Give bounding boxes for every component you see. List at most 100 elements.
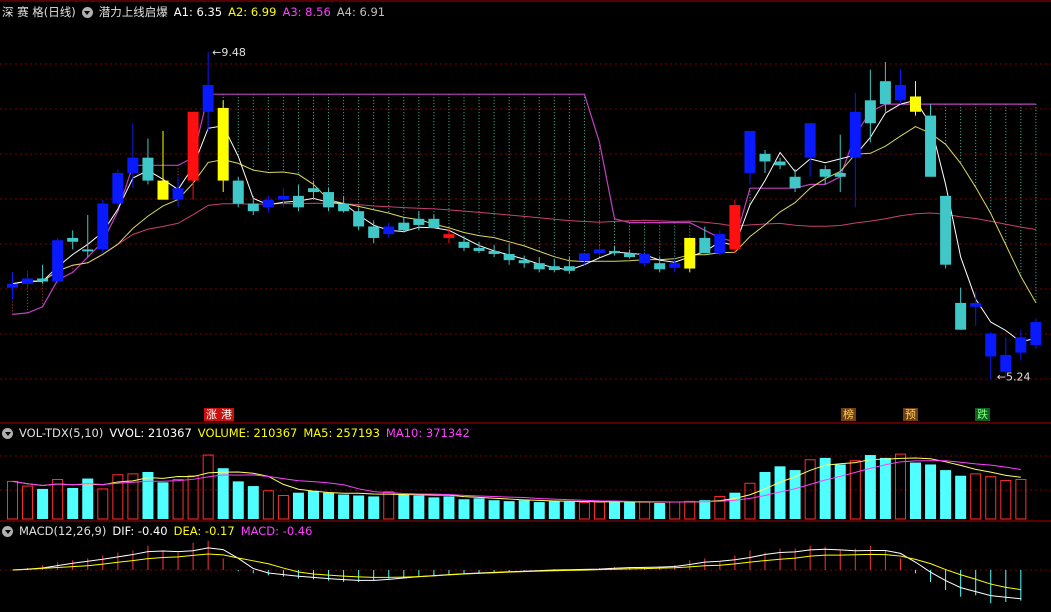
volume-bar[interactable] (353, 495, 365, 519)
candle-body[interactable] (112, 172, 124, 204)
volume-bar[interactable] (308, 490, 319, 519)
candle-body[interactable] (699, 237, 711, 254)
candle-body[interactable] (142, 157, 154, 181)
candle-body[interactable] (428, 218, 440, 228)
candle-body[interactable] (247, 203, 259, 212)
volume-bar[interactable] (819, 457, 831, 519)
candle-body[interactable] (593, 249, 605, 254)
candle-body[interactable] (624, 253, 636, 258)
candle-body[interactable] (473, 247, 485, 251)
candle-body[interactable] (804, 123, 816, 158)
volume-bar[interactable] (323, 492, 335, 519)
candle-body[interactable] (654, 263, 666, 270)
candle-body[interactable] (67, 237, 79, 242)
candle-body[interactable] (518, 260, 530, 264)
volume-bar[interactable] (894, 453, 906, 520)
candle-body[interactable] (548, 266, 560, 271)
candle-body[interactable] (37, 278, 49, 282)
candle-body[interactable] (894, 85, 906, 101)
volume-bar[interactable] (52, 479, 64, 520)
volume-bar[interactable] (864, 455, 876, 519)
volume-bar[interactable] (97, 488, 109, 520)
volume-bar[interactable] (383, 491, 395, 520)
volume-bar[interactable] (1015, 479, 1027, 520)
volume-bar[interactable] (22, 485, 34, 520)
candle-body[interactable] (398, 222, 410, 231)
volume-bar[interactable] (202, 454, 214, 520)
volume-bar[interactable] (518, 500, 530, 519)
candle-body[interactable] (1030, 322, 1042, 345)
candle-body[interactable] (262, 199, 274, 208)
candle-body[interactable] (774, 161, 786, 166)
volume-bar[interactable] (955, 475, 967, 519)
candle-body[interactable] (157, 180, 169, 200)
volume-bar[interactable] (413, 495, 425, 519)
volume-bar[interactable] (7, 480, 18, 520)
volume-bar[interactable] (684, 500, 696, 520)
volume-bar[interactable] (172, 479, 184, 520)
volume-bar[interactable] (232, 481, 244, 519)
candle-body[interactable] (864, 100, 876, 124)
candle-body[interactable] (910, 96, 921, 112)
volume-bar[interactable] (187, 475, 199, 520)
candle-body[interactable] (970, 302, 982, 307)
candle-body[interactable] (443, 234, 455, 238)
candle-body[interactable] (413, 218, 425, 225)
candle-body[interactable] (127, 157, 139, 173)
candle-body[interactable] (187, 111, 199, 181)
candle-body[interactable] (789, 176, 801, 189)
candle-body[interactable] (368, 226, 380, 238)
kline-chart[interactable]: ←9.48 ←5.24 (0, 0, 1051, 612)
volume-bar[interactable] (699, 500, 711, 519)
volume-bar[interactable] (277, 494, 289, 520)
volume-bar[interactable] (67, 487, 79, 519)
candle-body[interactable] (925, 115, 937, 177)
candle-body[interactable] (308, 188, 319, 193)
candle-body[interactable] (52, 240, 64, 282)
candle-body[interactable] (1000, 354, 1012, 372)
candle-body[interactable] (834, 172, 846, 177)
volume-bar[interactable] (157, 482, 169, 519)
candle-body[interactable] (1015, 337, 1027, 353)
candle-body[interactable] (985, 333, 997, 357)
volume-bar[interactable] (488, 500, 500, 519)
candle-body[interactable] (744, 130, 756, 173)
volume-bar[interactable] (458, 499, 470, 519)
candle-body[interactable] (217, 107, 229, 181)
volume-bar[interactable] (669, 501, 681, 520)
candle-body[interactable] (533, 263, 545, 270)
candle-body[interactable] (669, 263, 681, 268)
volume-bar[interactable] (624, 501, 636, 519)
volume-bar[interactable] (398, 494, 410, 519)
candle-body[interactable] (277, 195, 289, 200)
volume-bar[interactable] (985, 476, 997, 520)
candle-body[interactable] (232, 180, 244, 204)
candle-body[interactable] (323, 192, 335, 208)
volume-bar[interactable] (563, 501, 575, 519)
volume-bar[interactable] (368, 496, 380, 519)
candle-body[interactable] (563, 266, 575, 271)
volume-bar[interactable] (247, 486, 259, 519)
candle-body[interactable] (819, 169, 831, 177)
volume-bar[interactable] (1000, 479, 1012, 520)
volume-bar[interactable] (443, 496, 455, 519)
candle-body[interactable] (292, 195, 304, 208)
candle-body[interactable] (202, 85, 214, 112)
volume-bar[interactable] (473, 498, 485, 519)
candle-body[interactable] (729, 205, 741, 250)
volume-bar[interactable] (578, 501, 590, 520)
candle-body[interactable] (383, 226, 395, 235)
candle-body[interactable] (338, 203, 350, 212)
candle-body[interactable] (22, 278, 34, 284)
volume-bar[interactable] (142, 471, 154, 519)
candle-body[interactable] (609, 250, 620, 254)
volume-bar[interactable] (925, 464, 937, 519)
candle-body[interactable] (503, 254, 515, 261)
candle-body[interactable] (172, 188, 184, 200)
volume-bar[interactable] (970, 473, 982, 520)
volume-bar[interactable] (834, 464, 846, 519)
candle-body[interactable] (714, 234, 726, 254)
candle-body[interactable] (940, 195, 952, 265)
candle-body[interactable] (759, 153, 771, 162)
volume-bar[interactable] (428, 497, 440, 519)
